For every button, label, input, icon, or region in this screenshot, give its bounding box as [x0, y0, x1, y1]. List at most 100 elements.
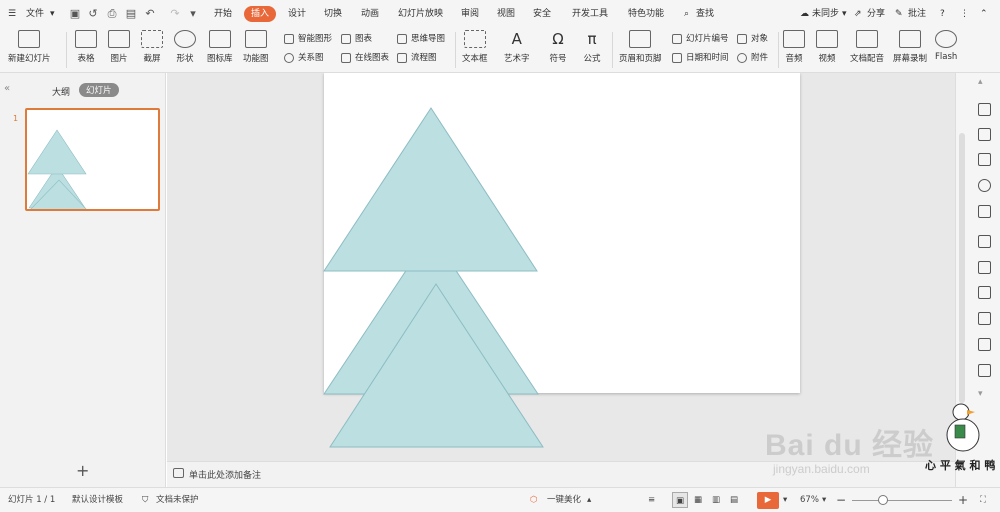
- property-icon[interactable]: [978, 103, 991, 116]
- screen-record-button[interactable]: 屏幕录制: [893, 30, 927, 64]
- help-icon[interactable]: ?: [940, 0, 945, 28]
- sync-status[interactable]: 未同步: [812, 0, 839, 28]
- template-name[interactable]: 默认设计模板: [72, 488, 123, 512]
- scroll-down-icon[interactable]: ▾: [978, 389, 983, 399]
- smart-art-button[interactable]: 智能图形: [284, 31, 332, 47]
- more-icon[interactable]: ⋮: [960, 0, 969, 28]
- location-icon[interactable]: [978, 179, 991, 192]
- tab-view[interactable]: 视图: [497, 0, 515, 28]
- scrollbar[interactable]: [959, 133, 965, 403]
- chevron-down-icon[interactable]: ▾: [842, 0, 847, 28]
- menu-lines-icon[interactable]: ≡: [648, 488, 655, 512]
- shape-button[interactable]: 形状: [174, 30, 196, 64]
- chevron-down-icon[interactable]: ▾: [783, 488, 787, 512]
- comment-button[interactable]: 批注: [908, 0, 926, 28]
- slide-canvas[interactable]: [324, 73, 800, 393]
- tab-review[interactable]: 审阅: [461, 0, 479, 28]
- textbox-button[interactable]: 文本框: [462, 30, 488, 64]
- animation-icon[interactable]: [978, 205, 991, 218]
- hamburger-icon[interactable]: ☰: [8, 0, 16, 28]
- collapse-panel-icon[interactable]: «: [4, 83, 10, 94]
- chevron-down-icon[interactable]: ▾: [822, 488, 826, 512]
- edit-icon[interactable]: [978, 364, 991, 377]
- tab-outline[interactable]: 大纲: [52, 85, 70, 98]
- zoom-slider[interactable]: [852, 500, 952, 501]
- tab-design[interactable]: 设计: [288, 0, 306, 28]
- beautify-button[interactable]: 一键美化: [547, 488, 581, 512]
- doc-voice-button[interactable]: 文档配音: [850, 30, 884, 64]
- grid-icon[interactable]: [978, 261, 991, 274]
- notes-placeholder[interactable]: 单击此处添加备注: [189, 468, 261, 481]
- attachment-button[interactable]: 附件: [737, 50, 768, 66]
- date-time-button[interactable]: 日期和时间: [672, 50, 729, 66]
- copy-icon[interactable]: [978, 128, 991, 141]
- play-icon[interactable]: ▶: [757, 492, 779, 509]
- fit-window-icon[interactable]: ⛶: [980, 488, 986, 512]
- share-icon[interactable]: ⇗: [854, 0, 862, 28]
- relation-button[interactable]: 关系图: [284, 50, 324, 66]
- tab-features[interactable]: 特色功能: [628, 0, 664, 28]
- document-icon[interactable]: [978, 338, 991, 351]
- zoom-out-button[interactable]: −: [836, 488, 846, 512]
- art-text-button[interactable]: A 艺术字: [504, 30, 530, 64]
- add-slide-button[interactable]: +: [76, 461, 89, 480]
- bar-chart-icon[interactable]: [978, 286, 991, 299]
- formula-button[interactable]: π 公式: [581, 30, 603, 64]
- tab-insert[interactable]: 插入: [244, 6, 277, 22]
- share-button[interactable]: 分享: [867, 0, 885, 28]
- slide-sorter-icon[interactable]: ▦: [694, 488, 702, 512]
- normal-view-icon[interactable]: ▣: [672, 492, 688, 508]
- reading-view-icon[interactable]: ▥: [712, 488, 720, 512]
- video-button[interactable]: 视频: [816, 30, 838, 64]
- zoom-in-button[interactable]: +: [958, 488, 968, 512]
- header-footer-button[interactable]: 页眉和页脚: [619, 30, 662, 64]
- chevron-down-icon[interactable]: ▾: [50, 0, 55, 28]
- layers-icon[interactable]: [978, 153, 991, 166]
- audio-button[interactable]: 音频: [783, 30, 805, 64]
- slide-thumbnail[interactable]: [25, 108, 160, 211]
- more-chevron-icon[interactable]: ▾: [186, 7, 200, 21]
- protect-status[interactable]: 文档未保护: [156, 488, 199, 512]
- table-grid-icon[interactable]: [978, 235, 991, 248]
- flowchart-button[interactable]: 流程图: [397, 50, 437, 66]
- function-chart-button[interactable]: 功能图: [243, 30, 269, 64]
- print-icon[interactable]: ⎙: [105, 7, 119, 21]
- icon-library-button[interactable]: 图标库: [207, 30, 233, 64]
- zoom-slider-handle[interactable]: [878, 495, 888, 505]
- sliders-icon[interactable]: [978, 312, 991, 325]
- slide-number-button[interactable]: 幻灯片编号: [672, 31, 729, 47]
- online-chart-button[interactable]: 在线图表: [341, 50, 389, 66]
- zoom-level[interactable]: 67%: [800, 488, 819, 512]
- tab-slideshow[interactable]: 幻灯片放映: [398, 0, 443, 28]
- chart-button[interactable]: 图表: [341, 31, 372, 47]
- save-icon[interactable]: ▣: [68, 7, 82, 21]
- redo-icon[interactable]: ↷: [168, 7, 182, 21]
- scroll-up-icon[interactable]: ▴: [978, 77, 983, 87]
- undo-history-icon[interactable]: ↺: [86, 7, 100, 21]
- notes-pane[interactable]: 单击此处添加备注: [167, 461, 955, 487]
- mind-map-button[interactable]: 思维导图: [397, 31, 445, 47]
- tab-animation[interactable]: 动画: [361, 0, 379, 28]
- notes-view-icon[interactable]: ▤: [730, 488, 738, 512]
- tab-transition[interactable]: 切换: [324, 0, 342, 28]
- new-slide-button[interactable]: 新建幻灯片: [8, 30, 51, 64]
- undo-icon[interactable]: ↶: [143, 7, 157, 21]
- tab-developer[interactable]: 开发工具: [572, 0, 608, 28]
- symbol-button[interactable]: Ω 符号: [547, 30, 569, 64]
- search-label[interactable]: 查找: [696, 0, 714, 28]
- search-icon[interactable]: ⌕: [684, 0, 689, 28]
- tab-start[interactable]: 开始: [214, 0, 232, 28]
- comment-icon[interactable]: ✎: [895, 0, 903, 28]
- flash-button[interactable]: Flash: [935, 30, 957, 62]
- tab-slides[interactable]: 幻灯片: [79, 83, 119, 97]
- menu-file[interactable]: 文件: [26, 0, 44, 28]
- screenshot-button[interactable]: 截屏: [141, 30, 163, 64]
- chevron-up-icon[interactable]: ▴: [587, 488, 591, 512]
- table-button[interactable]: 表格: [75, 30, 97, 64]
- collapse-icon[interactable]: ⌃: [980, 0, 988, 28]
- cloud-icon[interactable]: ☁: [800, 0, 809, 28]
- picture-button[interactable]: 图片: [108, 30, 130, 64]
- tab-security[interactable]: 安全: [533, 0, 551, 28]
- preview-icon[interactable]: ▤: [124, 7, 138, 21]
- object-button[interactable]: 对象: [737, 31, 768, 47]
